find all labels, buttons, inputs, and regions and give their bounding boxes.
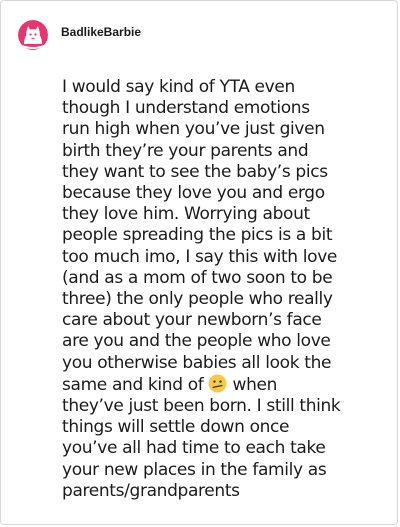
comment-line: you otherwise babies all look the (62, 352, 332, 373)
comment-card: BadlikeBarbie I would say kind of YTA ev… (0, 0, 398, 525)
comment-line: they’ve just been born. I still think (62, 396, 341, 417)
comment-line: parents/grandparents (62, 480, 240, 501)
comment-line-with-emoji: same and kind of when (62, 374, 392, 396)
comment-line: people spreading the pics is a bit (62, 225, 333, 246)
comment-line: though I understand emotions (62, 98, 310, 119)
comment-line: are you and the people who love (62, 331, 331, 352)
comment-line-fragment: when (232, 374, 278, 395)
comment-line: three) the only people who really (62, 289, 333, 310)
comment-line: they want to see the baby’s pics (62, 161, 328, 182)
cartoon-cat-avatar-icon (18, 20, 48, 50)
comment-line: too much imo, I say this with love (62, 246, 338, 267)
username[interactable]: BadlikeBarbie (61, 25, 141, 39)
comment-line: things will settle down once (62, 417, 290, 438)
comment-line: they love him. Worrying about (62, 204, 310, 225)
confused-face-emoji-icon (208, 374, 228, 393)
comment-line: you’ve all had time to each take (62, 438, 326, 459)
avatar[interactable] (18, 20, 48, 50)
comment-text: I would say kind of YTA even though I un… (62, 77, 392, 502)
comment-line: run high when you’ve just given (62, 119, 325, 140)
comment-line: care about your newborn’s face (62, 310, 322, 331)
comment-header: BadlikeBarbie (18, 15, 141, 55)
comment-line: (and as a mom of two soon to be (62, 267, 333, 288)
comment-line: I would say kind of YTA even (62, 77, 295, 97)
comment-line: because they love you and ergo (62, 183, 325, 204)
comment-line-fragment: same and kind of (62, 374, 204, 395)
comment-line: birth they’re your parents and (62, 140, 309, 161)
comment-line: your new places in the family as (62, 459, 327, 480)
